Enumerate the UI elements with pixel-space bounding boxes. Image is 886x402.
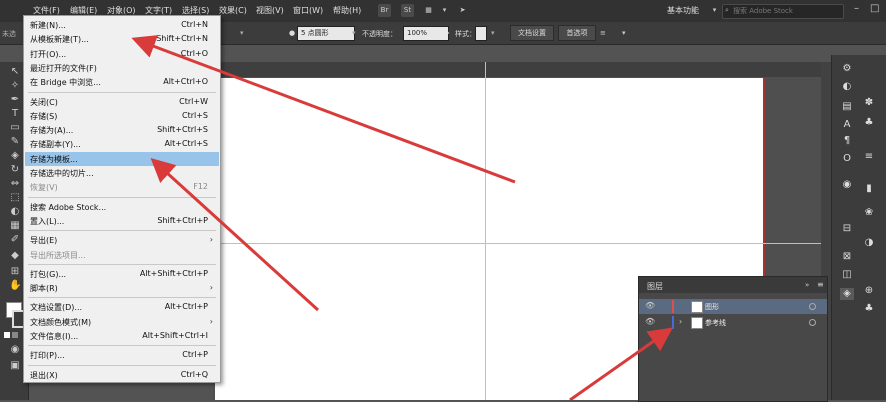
annotation-arrow-3 bbox=[569, 327, 673, 400]
annotation-arrows bbox=[131, 35, 673, 400]
annotation-arrow-2 bbox=[150, 157, 320, 312]
annotation-arrow-1 bbox=[131, 35, 516, 184]
